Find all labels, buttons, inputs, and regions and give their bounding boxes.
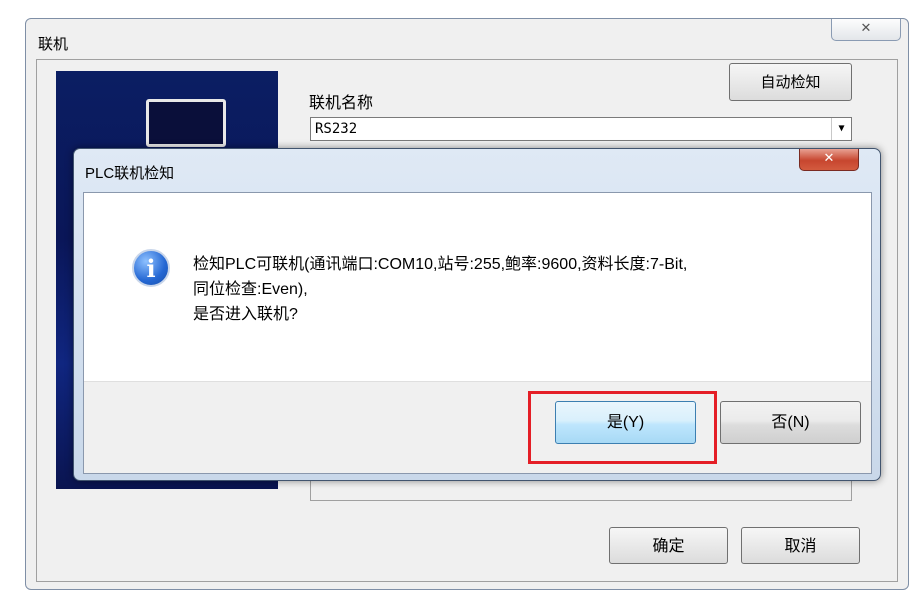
ok-button[interactable]: 确定 [609,527,728,564]
plc-logo-icon [146,99,226,147]
cancel-button[interactable]: 取消 [741,527,860,564]
plc-detect-dialog: PLC联机检知 ✕ i 检知PLC可联机(通讯端口:COM10,站号:255,鲍… [73,148,881,481]
connection-name-value: RS232 [315,121,358,137]
window-close-button[interactable]: ✕ [831,19,901,41]
dialog-message-line: 同位检查:Even), [193,281,308,298]
close-icon: ✕ [860,21,872,36]
dialog-message-line: 是否进入联机? [193,306,298,323]
connection-name-label: 联机名称 [309,93,374,112]
dialog-message-line: 检知PLC可联机(通讯端口:COM10,站号:255,鲍率:9600,资料长度:… [193,256,688,273]
info-icon: i [132,249,170,287]
no-button[interactable]: 否(N) [720,401,861,444]
auto-detect-button[interactable]: 自动检知 [729,63,852,101]
dialog-close-button[interactable]: ✕ [799,149,859,171]
highlight-annotation-box [528,391,717,464]
window-title: 联机 [38,35,69,53]
dialog-title: PLC联机检知 [85,165,175,182]
dialog-body: i 检知PLC可联机(通讯端口:COM10,站号:255,鲍率:9600,资料长… [83,192,872,474]
close-icon: ✕ [823,151,835,166]
connection-name-select[interactable]: RS232 ▼ [310,117,852,141]
chevron-down-icon[interactable]: ▼ [831,118,851,140]
